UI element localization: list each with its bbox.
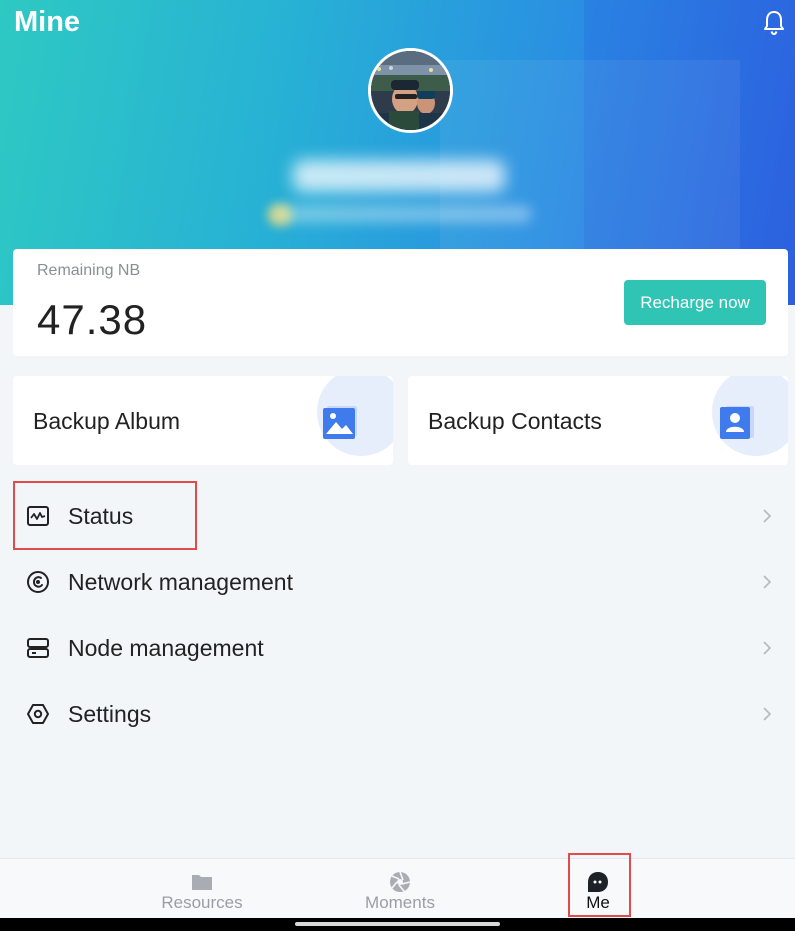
system-navigation-bar: [0, 918, 795, 931]
balance-value: 47.38: [37, 296, 148, 343]
avatar[interactable]: [368, 48, 453, 133]
menu-item-label: Node management: [68, 635, 264, 661]
menu-item-network-management[interactable]: Network management: [0, 549, 795, 615]
menu-item-settings[interactable]: Settings: [0, 681, 795, 747]
network-icon: [27, 571, 49, 593]
blurred-username: [293, 160, 505, 192]
tab-label: Resources: [161, 893, 243, 912]
chevron-right-icon: [763, 509, 772, 523]
bottom-tab-bar: Resources Moments Me: [0, 858, 795, 918]
bell-icon[interactable]: [762, 10, 786, 36]
menu-item-label: Settings: [68, 701, 152, 727]
balance-label: Remaining NB: [37, 262, 141, 279]
page-title: Mine: [14, 6, 81, 38]
status-highlight: [13, 481, 197, 550]
tab-moments[interactable]: Moments: [340, 859, 460, 919]
tab-resources[interactable]: Resources: [142, 859, 262, 919]
me-tab-highlight: [568, 853, 631, 917]
avatar-photo: [371, 51, 450, 130]
backup-album-label: Backup Album: [33, 408, 181, 434]
blurred-subtitle: [270, 205, 532, 223]
chevron-right-icon: [763, 707, 772, 721]
settings-icon: [27, 704, 49, 724]
balance-card: Remaining NB 47.38 Recharge now: [13, 249, 788, 356]
home-indicator[interactable]: [295, 922, 500, 926]
contact-icon: [720, 406, 754, 439]
backup-contacts-tile[interactable]: Backup Contacts: [408, 376, 788, 465]
folder-icon: [192, 875, 212, 890]
backup-contacts-label: Backup Contacts: [428, 408, 602, 434]
menu-item-label: Network management: [68, 569, 293, 595]
chevron-right-icon: [763, 575, 772, 589]
server-icon: [27, 638, 49, 658]
backup-album-tile[interactable]: Backup Album: [13, 376, 393, 465]
image-icon: [323, 406, 357, 439]
tab-label: Moments: [365, 893, 435, 912]
menu-item-node-management[interactable]: Node management: [0, 615, 795, 681]
aperture-icon: [390, 871, 411, 892]
chevron-right-icon: [763, 641, 772, 655]
recharge-button[interactable]: Recharge now: [624, 280, 766, 325]
